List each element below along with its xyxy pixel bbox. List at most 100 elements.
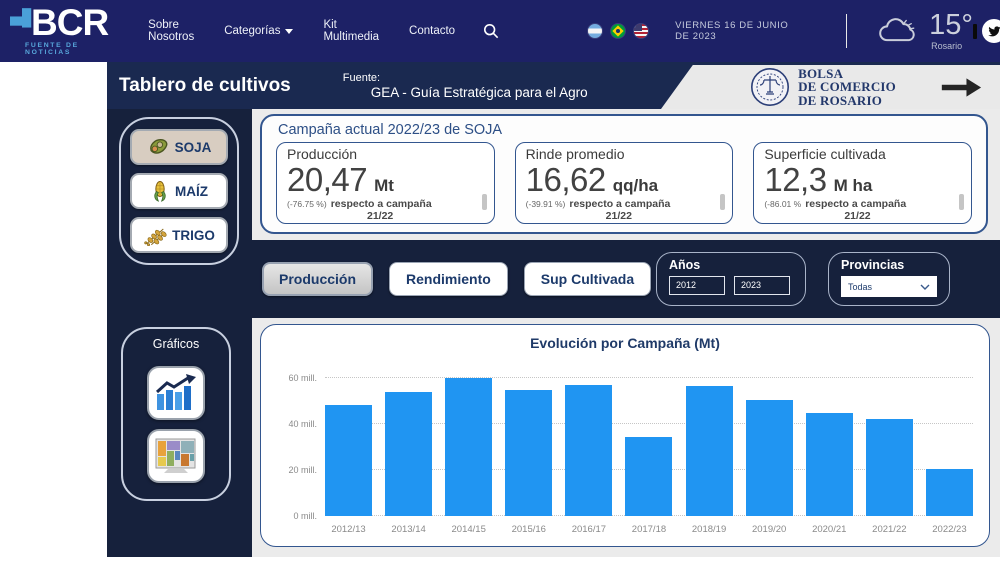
soybean-icon xyxy=(147,136,170,158)
social-icons xyxy=(973,19,1000,43)
bar-2017/18[interactable] xyxy=(625,437,672,516)
x-axis-tick-label: 2015/16 xyxy=(512,524,546,535)
provinces-dropdown[interactable]: Todas xyxy=(841,276,937,297)
y-axis-tick-label: 0 mill. xyxy=(269,511,317,521)
bar-2021/22[interactable] xyxy=(866,419,913,516)
y-axis-tick-label: 20 mill. xyxy=(269,465,317,475)
menu-item-sobre-nosotros[interactable]: Sobre Nosotros xyxy=(148,19,194,43)
x-axis-tick-label: 2014/15 xyxy=(452,524,486,535)
bar-slot: 2015/16 xyxy=(505,367,552,516)
brazil-flag-icon[interactable] xyxy=(610,23,626,39)
scrollbar-thumb[interactable] xyxy=(482,194,487,210)
bar-slot: 2021/22 xyxy=(866,367,913,516)
chart-card: Evolución por Campaña (Mt) 0 mill. 20 mil… xyxy=(260,324,990,547)
scrollbar-thumb[interactable] xyxy=(720,194,725,210)
bar-2019/20[interactable] xyxy=(746,400,793,516)
bar-2020/21[interactable] xyxy=(806,413,853,516)
kpi-card-produccion: Producción 20,47 Mt (-76.75 %) respecto … xyxy=(276,142,495,224)
bar-2013/14[interactable] xyxy=(385,392,432,516)
crop-button-soja[interactable]: SOJA xyxy=(130,129,228,165)
kpi-value: 16,62 xyxy=(526,163,606,198)
crop-button-trigo[interactable]: TRIGO xyxy=(130,217,228,253)
bar-slot: 2022/23 xyxy=(926,367,973,516)
kpi-delta-ref: 21/22 xyxy=(606,210,723,222)
x-axis-tick-label: 2013/14 xyxy=(391,524,425,535)
weather-city: Rosario xyxy=(931,41,962,51)
next-arrow-icon[interactable] xyxy=(940,77,982,98)
controls-row: Producción Rendimiento Sup Cultivada Año… xyxy=(252,240,1000,318)
years-filter: Años 2012 2023 xyxy=(656,252,806,306)
crop-button-maiz[interactable]: MAÍZ xyxy=(130,173,228,209)
bar-2016/17[interactable] xyxy=(565,385,612,516)
kpi-label: Superficie cultivada xyxy=(764,146,961,162)
usa-flag-icon[interactable] xyxy=(633,23,649,39)
bar-2022/23[interactable] xyxy=(926,469,973,516)
twitter-icon[interactable] xyxy=(982,19,1000,43)
x-axis-tick-label: 2022/23 xyxy=(932,524,966,535)
kpi-panel: Campaña actual 2022/23 de SOJA Producció… xyxy=(260,114,988,234)
bar-slot: 2017/18 xyxy=(625,367,672,516)
logo-subtext: FUENTE DE NOTICIAS xyxy=(25,42,108,56)
social-icon-partial[interactable] xyxy=(973,24,977,39)
kpi-delta: (-86.01 % xyxy=(764,199,801,209)
kpi-label: Producción xyxy=(287,146,484,162)
menu-label: Categorías xyxy=(224,25,280,37)
year-to-input[interactable]: 2023 xyxy=(734,276,790,295)
kpi-delta-note: respecto a campaña xyxy=(805,198,906,210)
treemap-button[interactable] xyxy=(147,429,205,483)
date-text: VIERNES 16 DE JUNIO DE 2023 xyxy=(675,20,788,42)
source-label: Fuente: xyxy=(343,72,588,84)
corn-icon xyxy=(150,180,170,203)
bar-slot: 2018/19 xyxy=(686,367,733,516)
kpi-delta-note: respecto a campaña xyxy=(331,198,432,210)
kpi-delta-ref: 21/22 xyxy=(844,210,961,222)
metric-button-produccion[interactable]: Producción xyxy=(262,262,373,296)
bar-2015/16[interactable] xyxy=(505,390,552,516)
argentina-flag-icon[interactable] xyxy=(587,23,603,39)
chart-section: Evolución por Campaña (Mt) 0 mill. 20 mil… xyxy=(252,318,1000,557)
kpi-delta-ref: 21/22 xyxy=(367,210,484,222)
wheat-icon xyxy=(143,225,167,246)
bar-2014/15[interactable] xyxy=(445,378,492,516)
kpi-card-superficie: Superficie cultivada 12,3 M ha (-86.01 %… xyxy=(753,142,972,224)
metric-button-sup-cultivada[interactable]: Sup Cultivada xyxy=(524,262,651,296)
metric-button-rendimiento[interactable]: Rendimiento xyxy=(389,262,508,296)
kpi-section: Campaña actual 2022/23 de SOJA Producció… xyxy=(252,109,1000,240)
menu-item-kit-multimedia[interactable]: Kit Multimedia xyxy=(323,19,379,43)
bar-chart-trend-button[interactable] xyxy=(147,366,205,420)
y-axis-tick-label: 40 mill. xyxy=(269,419,317,429)
years-label: Años xyxy=(669,258,793,272)
kpi-value: 12,3 xyxy=(764,163,826,198)
bar-2012/13[interactable] xyxy=(325,405,372,516)
sidebar: SOJA MAÍZ xyxy=(107,109,252,557)
bcr-logo[interactable]: BCR FUENTE DE NOTICIAS xyxy=(10,6,108,56)
scrollbar-thumb[interactable] xyxy=(959,194,964,210)
provinces-label: Provincias xyxy=(841,258,937,272)
x-axis-tick-label: 2019/20 xyxy=(752,524,786,535)
dashboard-body: SOJA MAÍZ xyxy=(107,109,1000,557)
menu-item-categorias[interactable]: Categorías xyxy=(224,19,293,43)
org-name: BOLSA DE COMERCIO DE ROSARIO xyxy=(798,67,896,108)
crop-label: TRIGO xyxy=(172,228,215,243)
org-line: DE COMERCIO xyxy=(798,80,896,94)
crop-label: MAÍZ xyxy=(175,184,208,199)
provinces-filter: Provincias Todas xyxy=(828,252,950,306)
org-line: BOLSA xyxy=(798,67,896,81)
kpi-unit: qq/ha xyxy=(613,176,658,196)
kpi-delta-note: respecto a campaña xyxy=(569,198,670,210)
search-icon[interactable] xyxy=(483,23,499,39)
bar-2018/19[interactable] xyxy=(686,386,733,516)
logo-text: BCR xyxy=(31,6,108,39)
main-content: Campaña actual 2022/23 de SOJA Producció… xyxy=(252,109,1000,557)
menu-label: Sobre Nosotros xyxy=(148,19,194,43)
year-from-input[interactable]: 2012 xyxy=(669,276,725,295)
crop-selector: SOJA MAÍZ xyxy=(119,117,239,265)
x-axis-tick-label: 2021/22 xyxy=(872,524,906,535)
menu-item-contacto[interactable]: Contacto xyxy=(409,19,455,43)
y-axis-tick-label: 60 mill. xyxy=(269,373,317,383)
bar-slot: 2019/20 xyxy=(746,367,793,516)
chart-title: Evolución por Campaña (Mt) xyxy=(261,335,989,351)
menu-label: Contacto xyxy=(409,25,455,37)
navbar-divider xyxy=(846,14,847,48)
dashboard-header: Tablero de cultivos Fuente: GEA - Guía E… xyxy=(107,62,1000,109)
